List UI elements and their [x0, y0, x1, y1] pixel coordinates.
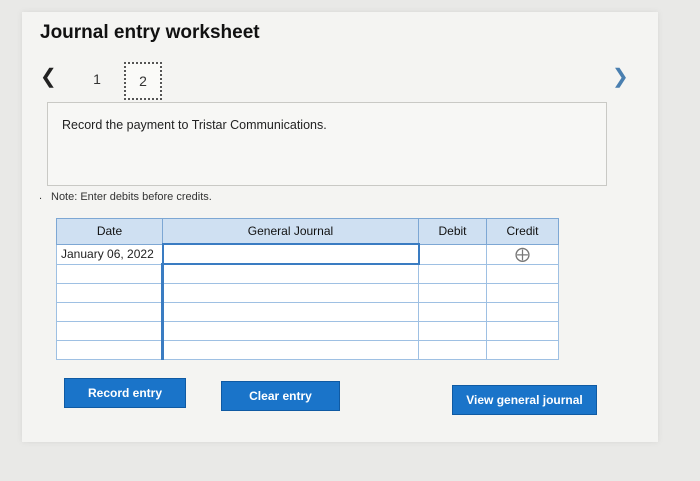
table-row: [56, 283, 559, 303]
credit-cell[interactable]: [486, 302, 559, 322]
debit-cell[interactable]: [418, 321, 487, 341]
header-credit: Credit: [486, 218, 559, 245]
debit-cell[interactable]: [418, 243, 487, 265]
credit-cell[interactable]: [486, 263, 559, 284]
note-text: . Note: Enter debits before credits.: [39, 190, 212, 203]
page-2-button[interactable]: 2: [124, 62, 162, 100]
date-cell: January 06, 2022: [56, 243, 163, 265]
page-1-button[interactable]: 1: [80, 62, 114, 96]
general-journal-cell[interactable]: [161, 321, 419, 341]
prompt-text: Record the payment to Tristar Communicat…: [62, 118, 327, 132]
table-row: [56, 321, 559, 341]
debit-cell[interactable]: [418, 283, 487, 303]
date-cell: [56, 321, 163, 341]
date-cell: [56, 302, 163, 322]
debit-cell[interactable]: [418, 340, 487, 360]
general-journal-cell[interactable]: [161, 302, 419, 322]
journal-table: Date General Journal Debit Credit Januar…: [56, 218, 559, 360]
note-bullet: .: [39, 190, 43, 202]
header-date: Date: [56, 218, 163, 245]
table-header-row: Date General Journal Debit Credit: [56, 218, 559, 245]
date-cell: [56, 283, 163, 303]
credit-cell[interactable]: [486, 283, 559, 303]
clear-entry-button[interactable]: Clear entry: [221, 381, 340, 411]
chevron-right-icon[interactable]: ❯: [612, 64, 629, 89]
credit-cell[interactable]: [486, 321, 559, 341]
general-journal-cell[interactable]: [161, 263, 419, 284]
table-row: [56, 302, 559, 322]
table-row: January 06, 2022 ⨁: [56, 243, 559, 265]
view-general-journal-button[interactable]: View general journal: [452, 385, 597, 415]
table-row: [56, 263, 559, 284]
header-general-journal: General Journal: [162, 218, 419, 245]
table-row: [56, 340, 559, 360]
general-journal-cell[interactable]: [161, 243, 420, 265]
credit-cell[interactable]: [486, 340, 559, 360]
general-journal-cell[interactable]: [161, 340, 419, 360]
prompt-box: Record the payment to Tristar Communicat…: [47, 102, 607, 186]
debit-cell[interactable]: [418, 263, 487, 284]
date-cell: [56, 340, 163, 360]
date-cell: [56, 263, 163, 284]
credit-cell[interactable]: ⨁: [486, 243, 559, 265]
page-title: Journal entry worksheet: [40, 22, 260, 43]
note-label: Note: Enter debits before credits.: [51, 191, 212, 203]
debit-cell[interactable]: [418, 302, 487, 322]
chevron-left-icon[interactable]: ❮: [40, 64, 57, 89]
plus-icon: ⨁: [515, 246, 530, 263]
general-journal-cell[interactable]: [161, 283, 419, 303]
record-entry-button[interactable]: Record entry: [64, 378, 186, 408]
header-debit: Debit: [418, 218, 487, 245]
